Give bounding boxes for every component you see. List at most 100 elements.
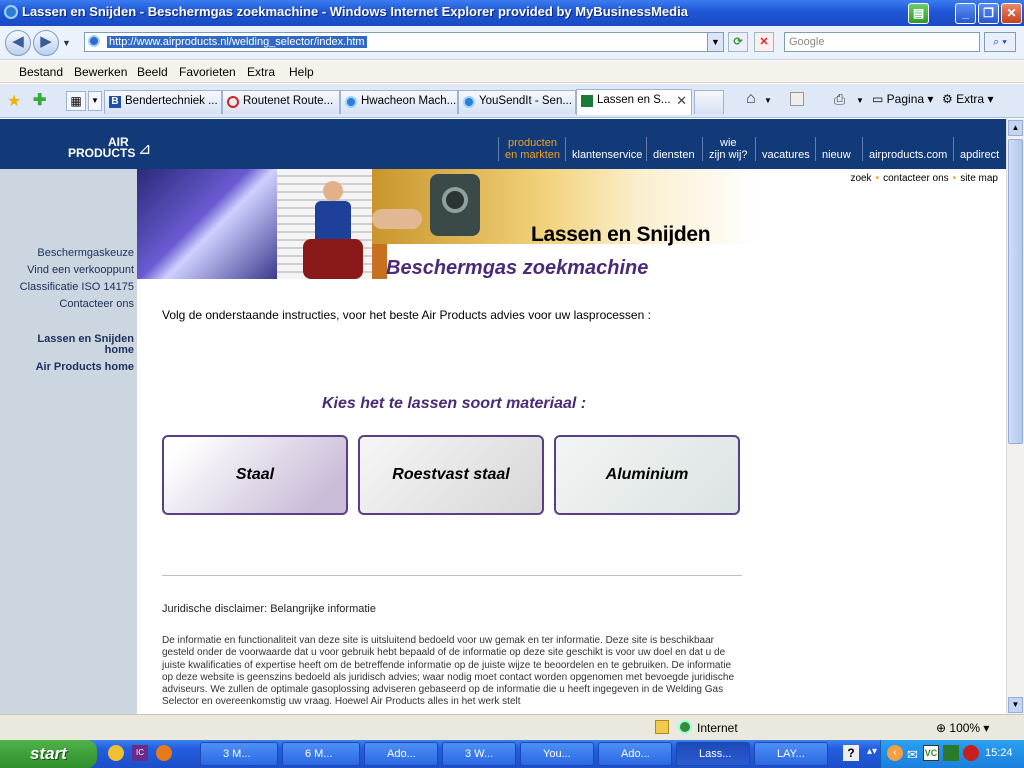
- print-dropdown-icon[interactable]: ▼: [856, 96, 864, 105]
- stop-icon[interactable]: ✕: [754, 32, 774, 52]
- ie-favicon-icon: [345, 96, 357, 108]
- window-title: Lassen en Snijden - Beschermgas zoekmach…: [22, 4, 688, 19]
- history-dropdown-icon[interactable]: ▼: [62, 38, 71, 48]
- leftnav-iso-14175[interactable]: Classificatie ISO 14175: [20, 281, 134, 293]
- tab-hwacheon[interactable]: Hwacheon Mach...: [340, 90, 458, 114]
- task-ado-1[interactable]: Ado...: [364, 742, 438, 766]
- task-you[interactable]: You...: [520, 742, 594, 766]
- firefox-icon[interactable]: [156, 745, 172, 761]
- address-bar: ◀ ▶ ▼ http://www.airproducts.nl/welding_…: [0, 26, 1024, 60]
- url-field[interactable]: http://www.airproducts.nl/welding_select…: [84, 32, 724, 52]
- leftnav-lassen-home[interactable]: Lassen en Snijden home: [24, 334, 134, 356]
- nav-apdirect[interactable]: apdirect: [953, 137, 999, 161]
- mail-icon[interactable]: ✉: [907, 747, 918, 763]
- feeds-icon[interactable]: [790, 92, 804, 106]
- task-6m[interactable]: 6 M...: [282, 742, 360, 766]
- util-contacteer-ons[interactable]: contacteer ons: [883, 173, 949, 184]
- forward-button[interactable]: ▶: [33, 30, 59, 56]
- tab-close-icon[interactable]: ✕: [676, 93, 687, 109]
- tab-yousendit[interactable]: YouSendIt - Sen...: [458, 90, 576, 114]
- indesign-icon[interactable]: IC: [132, 745, 148, 761]
- printer-icon[interactable]: ▤: [908, 3, 929, 24]
- network-icon[interactable]: [943, 745, 959, 761]
- vc-icon[interactable]: VC: [923, 745, 939, 761]
- page-title: Lassen en Snijden: [531, 223, 711, 246]
- air-products-logo[interactable]: AIR PRODUCTS: [68, 136, 135, 159]
- help-icon[interactable]: ?: [843, 745, 859, 761]
- vertical-scrollbar[interactable]: ▲ ▼: [1006, 119, 1024, 714]
- disclaimer-title: Juridische disclaimer: Belangrijke infor…: [162, 603, 376, 615]
- material-staal-button[interactable]: Staal: [162, 435, 348, 515]
- add-favorite-icon[interactable]: ✚: [33, 90, 46, 110]
- menu-help[interactable]: Help: [289, 65, 314, 79]
- task-lay[interactable]: LAY...: [754, 742, 828, 766]
- nav-diensten[interactable]: diensten: [646, 137, 695, 161]
- url-dropdown-icon[interactable]: ▼: [707, 33, 723, 51]
- task-lassen-active[interactable]: Lass...: [676, 742, 750, 766]
- task-3w[interactable]: 3 W...: [442, 742, 516, 766]
- nav-producten[interactable]: producten en markten: [498, 137, 560, 161]
- task-label: You...: [543, 748, 571, 760]
- task-3m-1[interactable]: 3 M...: [200, 742, 278, 766]
- menu-bestand[interactable]: Bestand: [19, 65, 63, 79]
- page-viewport: AIR PRODUCTS ⊿ producten en markten klant…: [0, 119, 1006, 714]
- choose-material-heading: Kies het te lassen soort materiaal :: [322, 395, 587, 412]
- leftnav-airproducts-home[interactable]: Air Products home: [36, 361, 134, 373]
- start-button[interactable]: start: [0, 740, 97, 768]
- nav-nieuw[interactable]: nieuw: [815, 137, 851, 161]
- nav-l1: [572, 137, 642, 149]
- util-site-map[interactable]: site map: [960, 173, 998, 184]
- menu-favorieten[interactable]: Favorieten: [179, 65, 236, 79]
- print-icon[interactable]: ⎙: [834, 91, 845, 108]
- task-label: 6 M...: [305, 748, 333, 760]
- nav-airproducts-com[interactable]: airproducts.com: [862, 137, 947, 161]
- refresh-icon[interactable]: ⟳: [728, 32, 748, 52]
- menu-extra[interactable]: Extra: [247, 65, 275, 79]
- scroll-down-icon[interactable]: ▼: [1008, 697, 1023, 713]
- leftnav-verkooppunt[interactable]: Vind een verkooppunt: [27, 264, 134, 276]
- search-icon[interactable]: ⌕ ▾: [984, 32, 1016, 52]
- page-icon: [88, 35, 100, 47]
- clock-app-icon[interactable]: [108, 745, 124, 761]
- material-aluminium-button[interactable]: Aluminium: [554, 435, 740, 515]
- search-input[interactable]: Google: [784, 32, 980, 52]
- nav-wie-zijn-wij[interactable]: wie zijn wij?: [702, 137, 748, 161]
- leftnav-contacteer-ons[interactable]: Contacteer ons: [59, 298, 134, 310]
- tab-bendertechniek[interactable]: B Bendertechniek ...: [104, 90, 222, 114]
- nav-klantenservice[interactable]: klantenservice: [565, 137, 642, 161]
- util-zoek[interactable]: zoek: [850, 173, 871, 184]
- tab-label: Routenet Route...: [243, 95, 334, 107]
- quick-tabs-icon[interactable]: ▦: [66, 91, 86, 111]
- material-roestvast-staal-button[interactable]: Roestvast staal: [358, 435, 544, 515]
- worker-photo: [277, 169, 372, 279]
- tab-lassen-active[interactable]: Lassen en S... ✕: [576, 89, 692, 115]
- tray-expand-icon[interactable]: ‹: [887, 745, 903, 761]
- close-button[interactable]: ✕: [1001, 3, 1022, 24]
- tab-label: YouSendIt - Sen...: [479, 95, 572, 107]
- new-tab-button[interactable]: [694, 90, 724, 114]
- minimize-button[interactable]: _: [955, 3, 976, 24]
- nav-vacatures[interactable]: vacatures: [755, 137, 810, 161]
- extra-menu[interactable]: ⚙ Extra ▾: [942, 92, 993, 106]
- leftnav-beschermgaskeuze[interactable]: Beschermgaskeuze: [37, 247, 134, 259]
- tab-list-dropdown-icon[interactable]: ▼: [88, 91, 102, 111]
- task-ado-2[interactable]: Ado...: [598, 742, 672, 766]
- taskbar-arrows-icon[interactable]: ▴▾: [867, 746, 877, 757]
- zoom-level[interactable]: ⊕ 100% ▾: [936, 721, 989, 735]
- restore-button[interactable]: ❐: [978, 3, 999, 24]
- home-dropdown-icon[interactable]: ▼: [764, 96, 772, 105]
- menu-beeld[interactable]: Beeld: [137, 65, 168, 79]
- status-bar: Internet ⊕ 100% ▾: [0, 714, 1024, 740]
- url-text: http://www.airproducts.nl/welding_select…: [107, 36, 367, 48]
- menu-bar: Bestand Bewerken Beeld Favorieten Extra …: [0, 61, 1024, 83]
- pagina-menu[interactable]: ▭ Pagina ▾: [872, 92, 933, 106]
- scroll-up-icon[interactable]: ▲: [1008, 120, 1023, 136]
- antivirus-icon[interactable]: [963, 745, 979, 761]
- home-icon[interactable]: ⌂: [746, 90, 756, 108]
- ap-favicon-icon: [581, 95, 593, 107]
- favorites-star-icon[interactable]: ★: [7, 91, 21, 111]
- menu-bewerken[interactable]: Bewerken: [74, 65, 127, 79]
- scroll-thumb[interactable]: [1008, 139, 1023, 444]
- tab-routenet[interactable]: Routenet Route...: [222, 90, 340, 114]
- back-button[interactable]: ◀: [5, 30, 31, 56]
